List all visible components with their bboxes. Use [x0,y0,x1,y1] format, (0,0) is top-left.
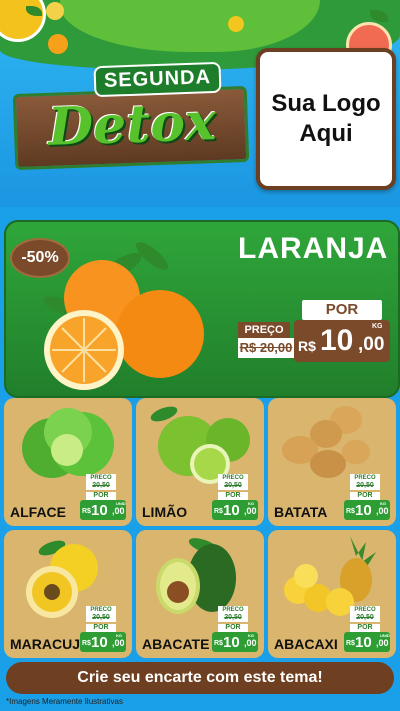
currency: R$ [346,640,355,647]
featured-unit: KG [372,323,383,330]
price-int: 10 [223,502,240,519]
new-price: R$ 10 ,00 UNID [80,500,126,520]
product-name: ABACAXI [274,636,338,652]
price-dec: ,00 [244,506,257,516]
product-name: ALFACE [10,504,66,520]
featured-price-int: 10 [320,324,354,357]
featured-currency: R$ [298,338,316,354]
lemon-slice-icon [228,16,244,32]
price-int: 10 [355,502,372,519]
price-tag: PRECO 20,50 POR R$ 10 ,00 UNID [80,474,126,520]
featured-por-label: POR [302,300,382,320]
featured-preco-label: PREÇO [238,322,290,338]
logo-placeholder[interactable]: Sua Logo Aqui [256,48,396,190]
por-label: POR [86,624,116,632]
currency: R$ [214,508,223,515]
campaign-title: Detox [47,91,217,158]
old-price: 20,50 [86,614,116,622]
product-card-abacaxi[interactable]: ABACAXI PRECO 20,50 POR R$ 10 ,00 UNID [268,530,396,658]
price-dec: ,00 [376,506,389,516]
discount-badge: -50% [10,238,70,278]
currency: R$ [346,508,355,515]
new-price: R$ 10 ,00 KG [344,500,390,520]
price-int: 10 [91,634,108,651]
price-dec: ,00 [112,638,125,648]
new-price: R$ 10 ,00 KG [212,500,258,520]
preco-label: PRECO [350,474,380,482]
new-price: R$ 10 ,00 KG [212,632,258,652]
fruit-dot-icon [46,2,64,20]
new-price: R$ 10 ,00 KG [80,632,126,652]
unit: KG [248,633,254,638]
product-name: LIMÃO [142,504,188,520]
old-price: 20,50 [218,482,248,490]
price-int: 10 [91,502,108,519]
product-name: BATATA [274,504,328,520]
unit: KG [380,501,386,506]
por-label: POR [218,624,248,632]
product-card-maracuja[interactable]: MARACUJÁ PRECO 20,50 POR R$ 10 ,00 KG [4,530,132,658]
currency: R$ [214,640,223,647]
price-tag: PRECO 20,50 POR R$ 10 ,00 KG [212,474,258,520]
por-label: POR [86,492,116,500]
product-name: ABACATE [142,636,210,652]
preco-label: PRECO [218,474,248,482]
unit: KG [248,501,254,506]
logo-placeholder-text: Sua Logo Aqui [271,90,381,147]
product-card-limao[interactable]: LIMÃO PRECO 20,50 POR R$ 10 ,00 KG [136,398,264,526]
por-label: POR [350,492,380,500]
featured-price-tag: R$ 10 ,00 KG [294,320,390,362]
old-price: 20,50 [350,482,380,490]
create-flyer-button[interactable]: Crie seu encarte com este tema! [6,662,394,694]
por-label: POR [218,492,248,500]
price-tag: PRECO 20,50 POR R$ 10 ,00 KG [212,606,258,652]
preco-label: PRECO [86,474,116,482]
unit: UNID [116,501,126,506]
product-card-abacate[interactable]: ABACATE PRECO 20,50 POR R$ 10 ,00 KG [136,530,264,658]
product-card-batata[interactable]: BATATA PRECO 20,50 POR R$ 10 ,00 KG [268,398,396,526]
unit: KG [116,633,122,638]
featured-old-price: R$ 20,00 [238,338,294,358]
old-price: 20,50 [218,614,248,622]
unit: UNID [380,633,390,638]
currency: R$ [82,640,91,647]
preco-label: PRECO [350,606,380,614]
price-int: 10 [223,634,240,651]
currency: R$ [82,508,91,515]
preco-label: PRECO [86,606,116,614]
price-dec: ,00 [112,506,125,516]
preco-label: PRECO [218,606,248,614]
product-card-alface[interactable]: ALFACE PRECO 20,50 POR R$ 10 ,00 UNID [4,398,132,526]
new-price: R$ 10 ,00 UNID [344,632,390,652]
price-tag: PRECO 20,50 POR R$ 10 ,00 UNID [344,606,390,652]
price-dec: ,00 [376,638,389,648]
price-tag: PRECO 20,50 POR R$ 10 ,00 KG [344,474,390,520]
featured-price-dec: ,00 [358,334,385,355]
price-tag: PRECO 20,50 POR R$ 10 ,00 KG [80,606,126,652]
disclaimer: *Imagens Meramente Ilustrativas [6,697,123,706]
por-label: POR [350,624,380,632]
old-price: 20,50 [350,614,380,622]
old-price: 20,50 [86,482,116,490]
price-dec: ,00 [244,638,257,648]
price-int: 10 [355,634,372,651]
featured-product-name: LARANJA [238,232,389,265]
orange-slice-icon [48,34,68,54]
product-name: MARACUJÁ [10,636,91,652]
